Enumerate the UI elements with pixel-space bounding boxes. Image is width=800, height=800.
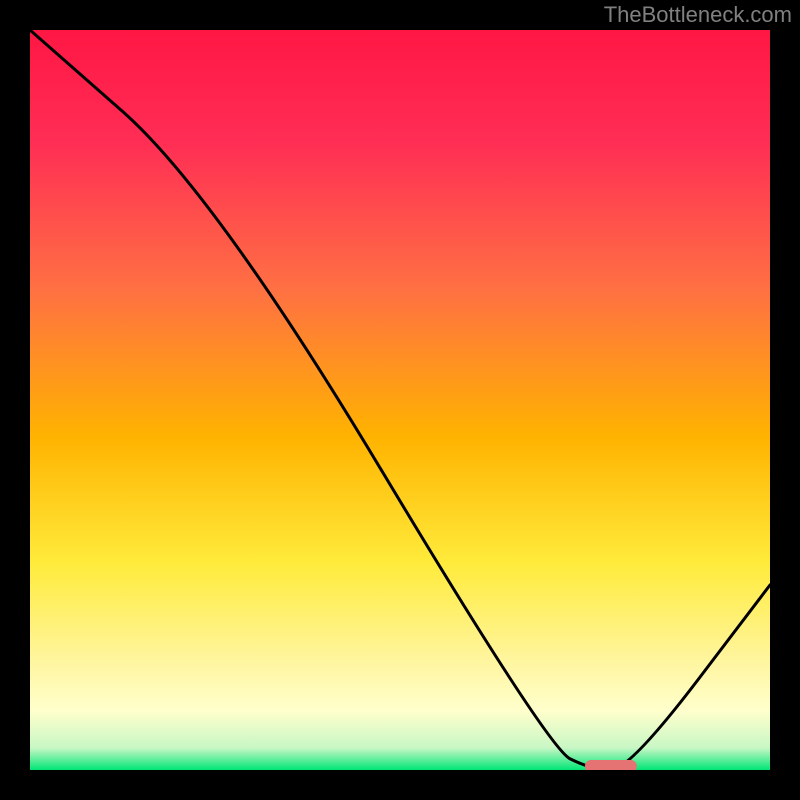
chart-svg xyxy=(30,30,770,770)
optimal-marker xyxy=(585,760,637,770)
plot-area xyxy=(30,30,770,770)
watermark-text: TheBottleneck.com xyxy=(604,2,792,28)
gradient-background xyxy=(30,30,770,770)
